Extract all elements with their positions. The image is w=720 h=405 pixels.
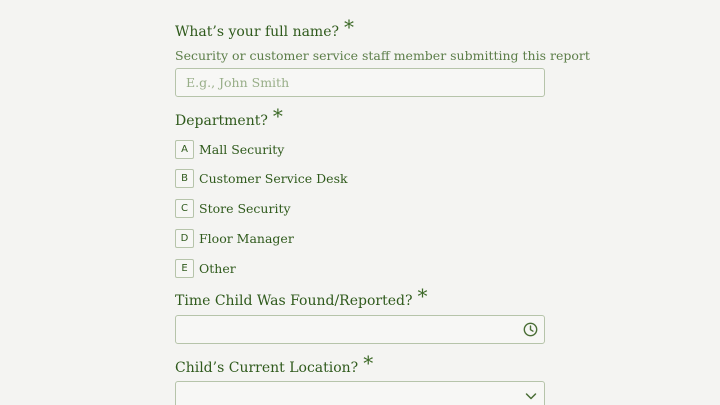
current-location-question: Child’s Current Location? *: [175, 353, 373, 377]
time-found-input[interactable]: [175, 315, 545, 344]
department-option-mall-security[interactable]: A Mall Security: [175, 139, 348, 159]
option-key-d: D: [175, 228, 194, 248]
full-name-question: What’s your full name? *: [175, 17, 354, 41]
option-key-c: C: [175, 199, 194, 218]
full-name-input[interactable]: [175, 68, 545, 97]
full-name-help-text: Security or customer service staff membe…: [175, 48, 590, 63]
current-location-select[interactable]: [175, 381, 545, 405]
department-option-customer-service-desk[interactable]: B Customer Service Desk: [175, 169, 348, 189]
required-asterisk: *: [344, 15, 354, 39]
option-label: Other: [199, 260, 236, 276]
time-found-field: [175, 315, 545, 344]
department-question: Department? *: [175, 106, 283, 130]
clock-icon[interactable]: [523, 322, 538, 337]
required-asterisk: *: [272, 104, 283, 128]
option-label: Customer Service Desk: [199, 171, 348, 187]
option-key-b: B: [175, 169, 194, 189]
department-options: A Mall Security B Customer Service Desk …: [175, 139, 348, 288]
department-option-floor-manager[interactable]: D Floor Manager: [175, 228, 348, 248]
chevron-down-icon[interactable]: [525, 390, 537, 402]
option-key-e: E: [175, 258, 194, 278]
current-location-field: [175, 381, 545, 405]
required-asterisk: *: [417, 284, 428, 308]
option-label: Store Security: [199, 201, 291, 216]
full-name-label: What’s your full name?: [175, 24, 339, 40]
department-option-store-security[interactable]: C Store Security: [175, 199, 348, 219]
department-label: Department?: [175, 113, 268, 129]
option-label: Mall Security: [199, 141, 285, 157]
time-found-question: Time Child Was Found/Reported? *: [175, 286, 427, 310]
current-location-label: Child’s Current Location?: [175, 360, 359, 376]
option-label: Floor Manager: [199, 230, 294, 246]
department-option-other[interactable]: E Other: [175, 258, 348, 278]
time-found-label: Time Child Was Found/Reported?: [175, 293, 413, 309]
required-asterisk: *: [363, 351, 374, 375]
option-key-a: A: [175, 139, 194, 159]
